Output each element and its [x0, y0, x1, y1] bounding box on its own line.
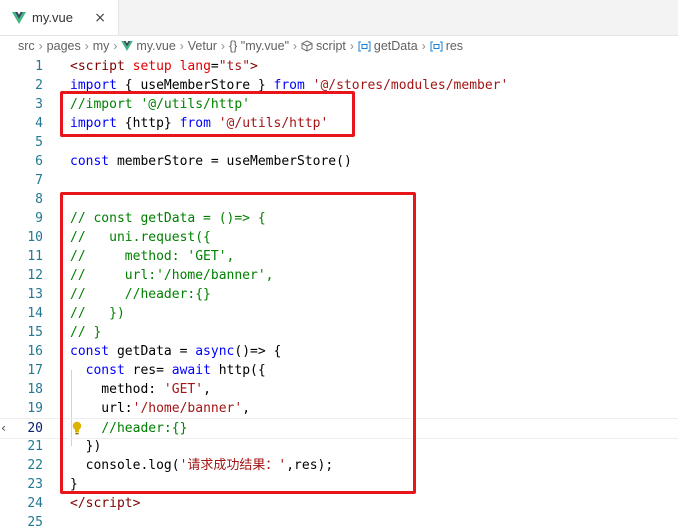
tab-my-vue[interactable]: my.vue ×: [0, 0, 119, 35]
vue-icon: [121, 41, 134, 51]
line-number: 7: [35, 173, 43, 188]
line-number: 8: [35, 192, 43, 207]
code-token: "ts": [218, 59, 251, 74]
cube-icon: [301, 40, 313, 52]
line-number: 20: [27, 421, 43, 436]
line-number: 1: [35, 59, 43, 74]
line-number: 21: [27, 439, 43, 454]
code-line[interactable]: 7: [0, 171, 678, 190]
code-text: </script>: [70, 494, 140, 513]
chevron-right-icon: ›: [220, 39, 225, 53]
breadcrumb-item-module[interactable]: {} "my.vue": [229, 39, 289, 53]
code-line[interactable]: 6 const memberStore = useMemberStore(): [0, 152, 678, 171]
chevron-right-icon: ›: [179, 39, 184, 53]
code-line[interactable]: 25: [0, 513, 678, 532]
line-number: 25: [27, 515, 43, 530]
line-number: 10: [27, 230, 43, 245]
breadcrumb-item-vetur[interactable]: Vetur: [188, 39, 217, 53]
code-text: const memberStore = useMemberStore(): [70, 152, 352, 171]
line-number: 15: [27, 325, 43, 340]
chevron-right-icon: ›: [421, 39, 426, 53]
close-icon[interactable]: ×: [94, 10, 106, 26]
breadcrumb-item-getdata[interactable]: getData: [358, 39, 418, 53]
code-token: script: [77, 59, 125, 74]
line-number: 18: [27, 382, 43, 397]
code-token: lang: [179, 59, 211, 74]
code-token: >: [132, 496, 141, 511]
line-number: 24: [27, 496, 43, 511]
code-text: <script setup lang="ts">: [70, 57, 258, 76]
variable-icon: [430, 41, 443, 52]
line-number: 23: [27, 477, 43, 492]
code-token: /script: [77, 496, 133, 511]
line-number: 14: [27, 306, 43, 321]
line-number: 6: [35, 154, 43, 169]
code-token: =: [210, 59, 219, 74]
chevron-right-icon: ›: [113, 39, 118, 53]
line-number: 5: [35, 135, 43, 150]
breadcrumb-script-label: script: [316, 39, 346, 53]
chevron-right-icon: ›: [349, 39, 354, 53]
highlight-box-getdata: [60, 192, 416, 494]
breadcrumb-item-res[interactable]: res: [430, 39, 463, 53]
line-number: 19: [27, 401, 43, 416]
line-number: 13: [27, 287, 43, 302]
line-number: 11: [27, 249, 43, 264]
code-token: <: [70, 59, 78, 74]
code-token: <: [70, 496, 78, 511]
line-number: 12: [27, 268, 43, 283]
line-number: 16: [27, 344, 43, 359]
highlight-box-imports: [60, 91, 355, 137]
code-token: setup: [132, 59, 172, 74]
breadcrumb-item-script[interactable]: script: [301, 39, 346, 53]
code-token: memberStore = useMemberStore(): [109, 154, 352, 169]
breadcrumb-item-src[interactable]: src: [18, 39, 35, 53]
breadcrumb-item-my[interactable]: my: [93, 39, 110, 53]
code-line[interactable]: 1 <script setup lang="ts">: [0, 57, 678, 76]
breadcrumb-file-label: my.vue: [136, 39, 176, 53]
breadcrumb-item-pages[interactable]: pages: [47, 39, 81, 53]
chevron-right-icon: ›: [84, 39, 89, 53]
breadcrumb-getdata-label: getData: [373, 39, 418, 53]
breadcrumb: src › pages › my › my.vue › Vetur › {} "…: [0, 35, 678, 57]
line-number: 17: [27, 363, 43, 378]
chevron-right-icon: ›: [293, 39, 298, 53]
tab-filename: my.vue: [32, 10, 73, 25]
chevron-right-icon: ›: [38, 39, 43, 53]
tab-bar: my.vue ×: [0, 0, 678, 36]
code-token: >: [250, 59, 258, 74]
line-number: 3: [35, 97, 43, 112]
line-number: 4: [35, 116, 43, 131]
breadcrumb-res-label: res: [445, 39, 464, 53]
line-number: 2: [35, 78, 43, 93]
vue-icon: [12, 11, 26, 25]
line-number: 22: [27, 458, 43, 473]
line-number: 9: [35, 211, 43, 226]
variable-icon: [358, 41, 371, 52]
code-line[interactable]: 24 </script>: [0, 494, 678, 513]
breadcrumb-item-file[interactable]: my.vue: [121, 39, 176, 53]
code-token: const: [70, 154, 110, 169]
